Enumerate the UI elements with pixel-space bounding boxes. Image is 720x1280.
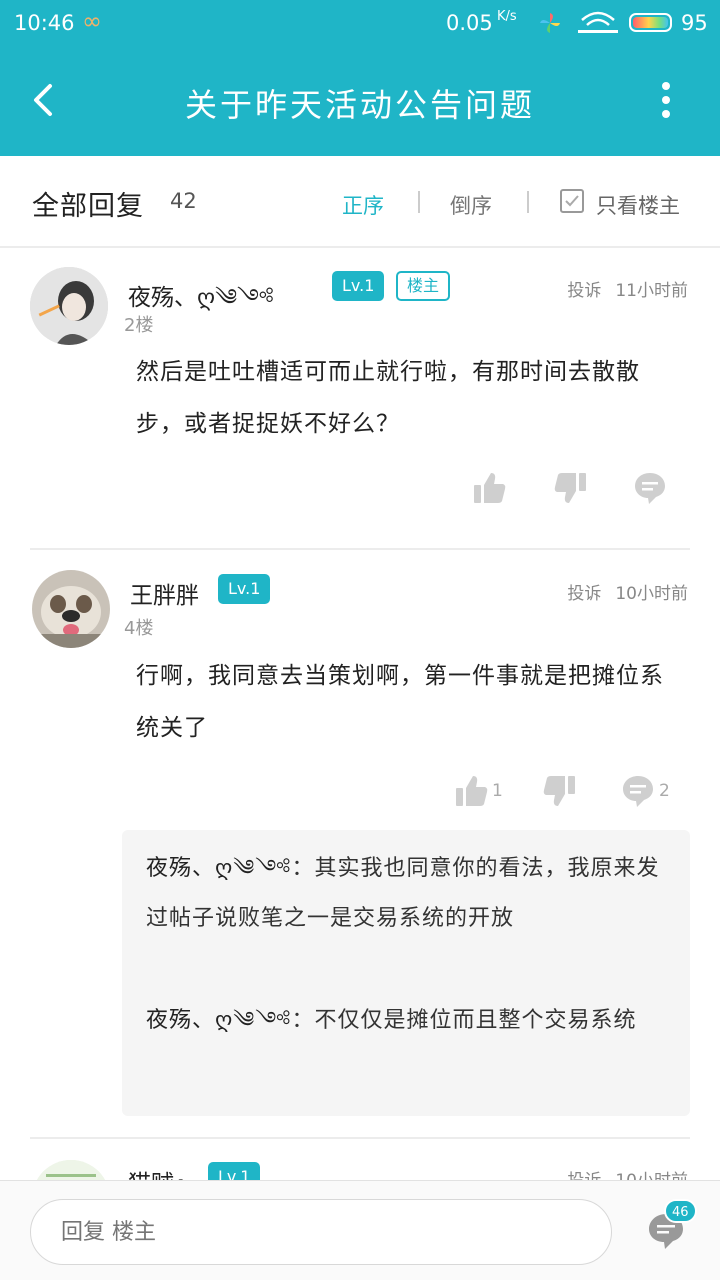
all-replies-label: 全部回复 <box>32 191 144 222</box>
like-count: 1 <box>492 781 503 801</box>
sub-reply[interactable]: 夜殇、ღ༄༺：不仅仅是摊位而且整个交易系统 <box>146 996 666 1046</box>
status-time: 10:46 <box>14 11 75 35</box>
post-divider <box>30 548 690 550</box>
sub-reply-text: ：不仅仅是摊位而且整个交易系统 <box>291 1008 637 1033</box>
level-badge: Lv.1 <box>218 574 271 604</box>
reply-input[interactable] <box>30 1199 612 1265</box>
thumbs-down-icon[interactable] <box>552 470 588 506</box>
page-title: 关于昨天活动公告问题 <box>184 86 535 124</box>
battery-level: 95 <box>681 11 708 35</box>
sub-reply-author[interactable]: 夜殇、ღ༄༺ <box>146 1008 292 1033</box>
pinwheel-icon <box>540 13 560 33</box>
sort-forward-button[interactable]: 正序 <box>342 190 384 220</box>
sub-reply-author[interactable]: 夜殇、ღ༄༺ <box>146 856 292 881</box>
floor-number: 4楼 <box>124 618 154 639</box>
username[interactable]: 王胖胖 <box>130 576 199 610</box>
status-bar: 10:46 ∞ 0.05 K/s 95 <box>0 0 720 48</box>
post-meta: 投诉 10小时前 <box>553 579 688 604</box>
wifi-signal-icon <box>578 11 618 33</box>
app-header: 10:46 ∞ 0.05 K/s 95 关于昨天活动公告问题 <box>0 0 720 156</box>
comment-count: 2 <box>659 781 670 801</box>
avatar-image <box>32 570 110 648</box>
divider <box>418 191 420 213</box>
reply-count: 42 <box>170 189 197 213</box>
loop-icon: ∞ <box>82 7 102 35</box>
avatar[interactable] <box>32 570 110 648</box>
sort-bar: 全部回复 42 正序 倒序 只看楼主 <box>0 156 720 248</box>
thumbs-up-icon[interactable] <box>472 470 508 506</box>
sort-reverse-button[interactable]: 倒序 <box>450 190 492 220</box>
comment-badge: 46 <box>664 1199 697 1223</box>
host-only-label[interactable]: 只看楼主 <box>596 190 680 220</box>
reply-bar: 46 <box>0 1180 720 1280</box>
report-link[interactable]: 投诉 <box>567 584 601 604</box>
post-content: 行啊，我同意去当策划啊，第一件事就是把摊位系统关了 <box>136 663 664 741</box>
network-speed-unit: K/s <box>497 9 517 24</box>
post-time: 10小时前 <box>615 584 688 604</box>
back-icon[interactable] <box>24 78 64 122</box>
sub-reply[interactable]: 夜殇、ღ༄༺：其实我也同意你的看法，我原来发过帖子说败笔之一是交易系统的开放 <box>146 844 666 944</box>
avatar-image <box>30 267 108 345</box>
report-link[interactable]: 投诉 <box>567 281 601 301</box>
thumbs-up-icon[interactable] <box>454 773 490 809</box>
avatar[interactable] <box>30 267 108 345</box>
host-badge: 楼主 <box>396 271 451 301</box>
post-content: 然后是吐吐槽适可而止就行啦，有那时间去散散步，或者捉捉妖不好么？ <box>136 359 640 437</box>
level-badge: Lv.1 <box>332 271 385 301</box>
comment-icon[interactable] <box>632 470 668 506</box>
post-meta: 投诉 11小时前 <box>553 276 688 301</box>
comment-icon[interactable] <box>620 773 656 809</box>
floor-number: 2楼 <box>124 315 154 336</box>
network-speed: 0.05 <box>446 11 493 35</box>
post-time: 11小时前 <box>615 281 688 301</box>
divider <box>527 191 529 213</box>
check-icon <box>565 195 579 207</box>
thumbs-down-icon[interactable] <box>541 773 577 809</box>
post-divider <box>30 1137 690 1139</box>
more-vertical-icon[interactable] <box>648 80 684 120</box>
battery-icon <box>629 13 672 32</box>
sub-replies-box: 夜殇、ღ༄༺：其实我也同意你的看法，我原来发过帖子说败笔之一是交易系统的开放 夜… <box>122 830 690 1116</box>
host-only-checkbox[interactable] <box>560 189 584 213</box>
